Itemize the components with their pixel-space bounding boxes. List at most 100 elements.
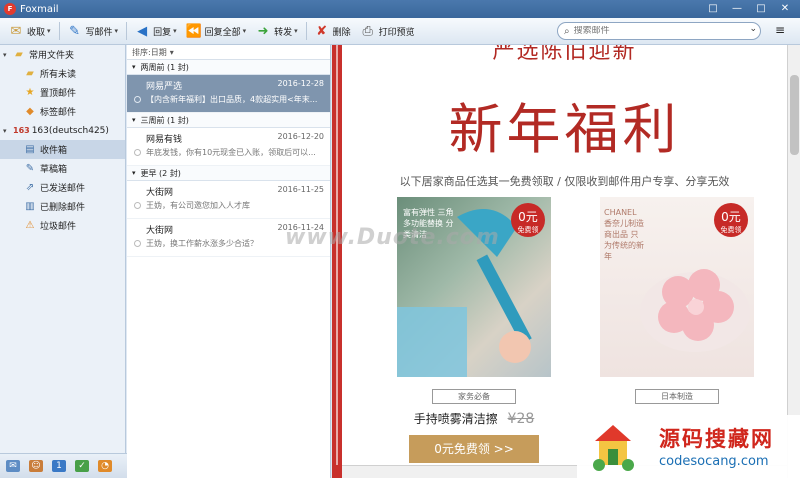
menu-icon[interactable]: ≡: [770, 23, 790, 39]
receive-button[interactable]: ✉ 收取 ▾: [4, 20, 55, 42]
chevron-down-icon[interactable]: ▾: [115, 27, 119, 35]
folder-junk[interactable]: ⚠ 垃圾邮件: [0, 216, 125, 235]
promo-title: 新年福利: [448, 98, 681, 161]
contacts-icon[interactable]: ☺: [29, 460, 43, 472]
forward-arrow-icon: ➜: [257, 23, 269, 39]
forward-button[interactable]: ➜ 转发 ▾: [251, 20, 302, 42]
watermark-text: www.Duote.com: [285, 225, 500, 250]
delete-x-icon: ✘: [316, 23, 328, 39]
folder-tagged[interactable]: ◆ 标签邮件: [0, 102, 125, 121]
account-logo: 163: [13, 126, 30, 135]
product-card[interactable]: CHANEL香奈儿制造商出品 只为传统的新年 0元 免费领 日本制造: [600, 197, 754, 404]
folder-label: 收件箱: [40, 146, 68, 156]
mail-date: 2016-11-25: [277, 185, 325, 194]
mail-sender: 网易有钱: [146, 135, 183, 145]
account-label: 163(deutsch425): [31, 125, 109, 136]
reply-arrow-icon: ◀: [137, 23, 148, 39]
mail-preview: 年底发钱，你有10元现金已入账，领取后可以...: [146, 148, 316, 157]
minimize-icon[interactable]: —: [726, 1, 748, 16]
toolbar-divider: [58, 22, 60, 40]
read-status-icon[interactable]: [134, 149, 141, 156]
chevron-down-icon[interactable]: ▾: [170, 48, 174, 57]
badge-label: 免费领: [720, 226, 742, 234]
watermark-banner: 源码搜藏网 codesocang.com: [577, 415, 800, 478]
calendar-icon[interactable]: 1: [52, 460, 66, 472]
folder-common[interactable]: ▾ ▰ 常用文件夹: [0, 45, 125, 64]
title-bar: F Foxmail □ — □ ✕: [0, 0, 800, 18]
badge-price: 0元: [721, 210, 741, 224]
search-box[interactable]: ⌕ ⌄: [557, 22, 761, 40]
mail-group-header[interactable]: ▾ 更早 (2 封): [127, 166, 330, 181]
maximize-icon[interactable]: □: [750, 1, 772, 16]
mail-group-header[interactable]: ▾ 三周前 (1 封): [127, 113, 330, 128]
folder-icon: ▰: [15, 49, 23, 60]
restore-icon[interactable]: □: [702, 1, 724, 16]
folder-pinned[interactable]: ★ 置顶邮件: [0, 83, 125, 102]
rss-icon[interactable]: ◔: [98, 460, 112, 472]
mail-body: 严选陈旧迎新 新年福利 以下居家商品任选其一免费领取 / 仅限收到邮件用户专享、…: [342, 45, 787, 465]
collapse-arrow-icon[interactable]: ▾: [132, 63, 136, 71]
mail-item[interactable]: 网易有钱 2016-12-20 年底发钱，你有10元现金已入账，领取后可以...: [127, 128, 330, 166]
folder-label: 置顶邮件: [40, 89, 77, 99]
compose-button[interactable]: ✎ 写邮件 ▾: [63, 20, 123, 42]
collapse-arrow-icon[interactable]: ▾: [132, 169, 136, 177]
sort-label: 排序:日期: [132, 47, 167, 57]
print-preview-button[interactable]: ⎙ 打印预览: [356, 20, 419, 42]
house-logo-icon: [593, 425, 634, 471]
folder-deleted[interactable]: ▥ 已删除邮件: [0, 197, 125, 216]
read-status-icon[interactable]: [134, 96, 141, 103]
mail-date: 2016-12-20: [277, 132, 325, 141]
collapse-arrow-icon[interactable]: ▾: [3, 127, 13, 135]
product-tag: 家务必备: [432, 389, 516, 404]
collapse-arrow-icon[interactable]: ▾: [3, 51, 13, 59]
folder-sent[interactable]: ⇗ 已发送邮件: [0, 178, 125, 197]
account-163[interactable]: ▾ 163 163(deutsch425): [0, 121, 125, 140]
sidebar-bottom-bar: ✉ ☺ 1 ✓ ◔: [0, 453, 127, 478]
close-icon[interactable]: ✕: [774, 1, 796, 16]
double-chevron-down-icon[interactable]: ⌄: [749, 24, 757, 34]
folder-inbox[interactable]: ▤ 收件箱: [0, 140, 125, 159]
decorative-stripe: [336, 45, 338, 465]
chevron-down-icon[interactable]: ▾: [47, 27, 51, 35]
mail-preview: 王妫，有公司邀您加入人才库: [146, 201, 250, 210]
folder-label: 所有未读: [40, 70, 77, 80]
product-image[interactable]: 富有弹性 三角多功能替换 分类清洁 0元 免费领: [397, 197, 551, 377]
toolbar-divider: [305, 22, 307, 40]
delete-button[interactable]: ✘ 删除: [310, 20, 355, 42]
sort-bar[interactable]: 排序:日期 ▾: [127, 45, 330, 60]
chevron-down-icon[interactable]: ▾: [173, 27, 177, 35]
folder-all-unread[interactable]: ▰ 所有未读: [0, 64, 125, 83]
promo-subtitle: 以下居家商品任选其一免费领取 / 仅限收到邮件用户专享、分享无效: [399, 175, 730, 188]
mail-list: 排序:日期 ▾ ▾ 两周前 (1 封) 网易严选 2016-12-28 【内含新…: [127, 45, 331, 478]
star-icon: ★: [25, 87, 35, 98]
folder-label: 垃圾邮件: [40, 222, 77, 232]
chevron-down-icon[interactable]: ▾: [294, 27, 298, 35]
reply-all-button[interactable]: ⏪ 回复全部 ▾: [182, 20, 251, 42]
collapse-arrow-icon[interactable]: ▾: [132, 116, 136, 124]
original-price: ¥28: [507, 411, 535, 427]
read-status-icon[interactable]: [134, 240, 141, 247]
claim-free-button[interactable]: 0元免费领 >>: [409, 435, 539, 463]
mail-item[interactable]: 大街网 2016-11-25 王妫，有公司邀您加入人才库: [127, 181, 330, 219]
mail-view-icon[interactable]: ✉: [6, 460, 20, 472]
toolbar-divider: [126, 22, 128, 40]
folder-drafts[interactable]: ✎ 草稿箱: [0, 159, 125, 178]
forward-label: 转发: [274, 27, 293, 38]
promo-top-text: 严选陈旧迎新: [492, 45, 637, 64]
product-name: 手持喷雾清洁擦: [413, 412, 498, 426]
search-input[interactable]: [573, 26, 724, 36]
window-controls: □ — □ ✕: [702, 1, 796, 16]
free-badge: 0元 免费领: [714, 203, 748, 237]
chevron-down-icon[interactable]: ▾: [243, 27, 247, 35]
mail-group-header[interactable]: ▾ 两周前 (1 封): [127, 60, 330, 75]
product-image[interactable]: CHANEL香奈儿制造商出品 只为传统的新年 0元 免费领: [600, 197, 754, 377]
scrollbar-thumb[interactable]: [790, 75, 799, 155]
group-label: 更早 (2 封): [140, 168, 181, 178]
drafts-icon: ✎: [25, 163, 35, 174]
mail-item[interactable]: 网易严选 2016-12-28 【内含新年福利】出口品质，4款超实用<年末...: [127, 75, 330, 113]
delete-label: 删除: [332, 27, 351, 38]
notes-icon[interactable]: ✓: [75, 460, 89, 472]
reply-button[interactable]: ◀ 回复 ▾: [130, 20, 181, 42]
vertical-scrollbar[interactable]: [787, 45, 800, 478]
read-status-icon[interactable]: [134, 202, 141, 209]
